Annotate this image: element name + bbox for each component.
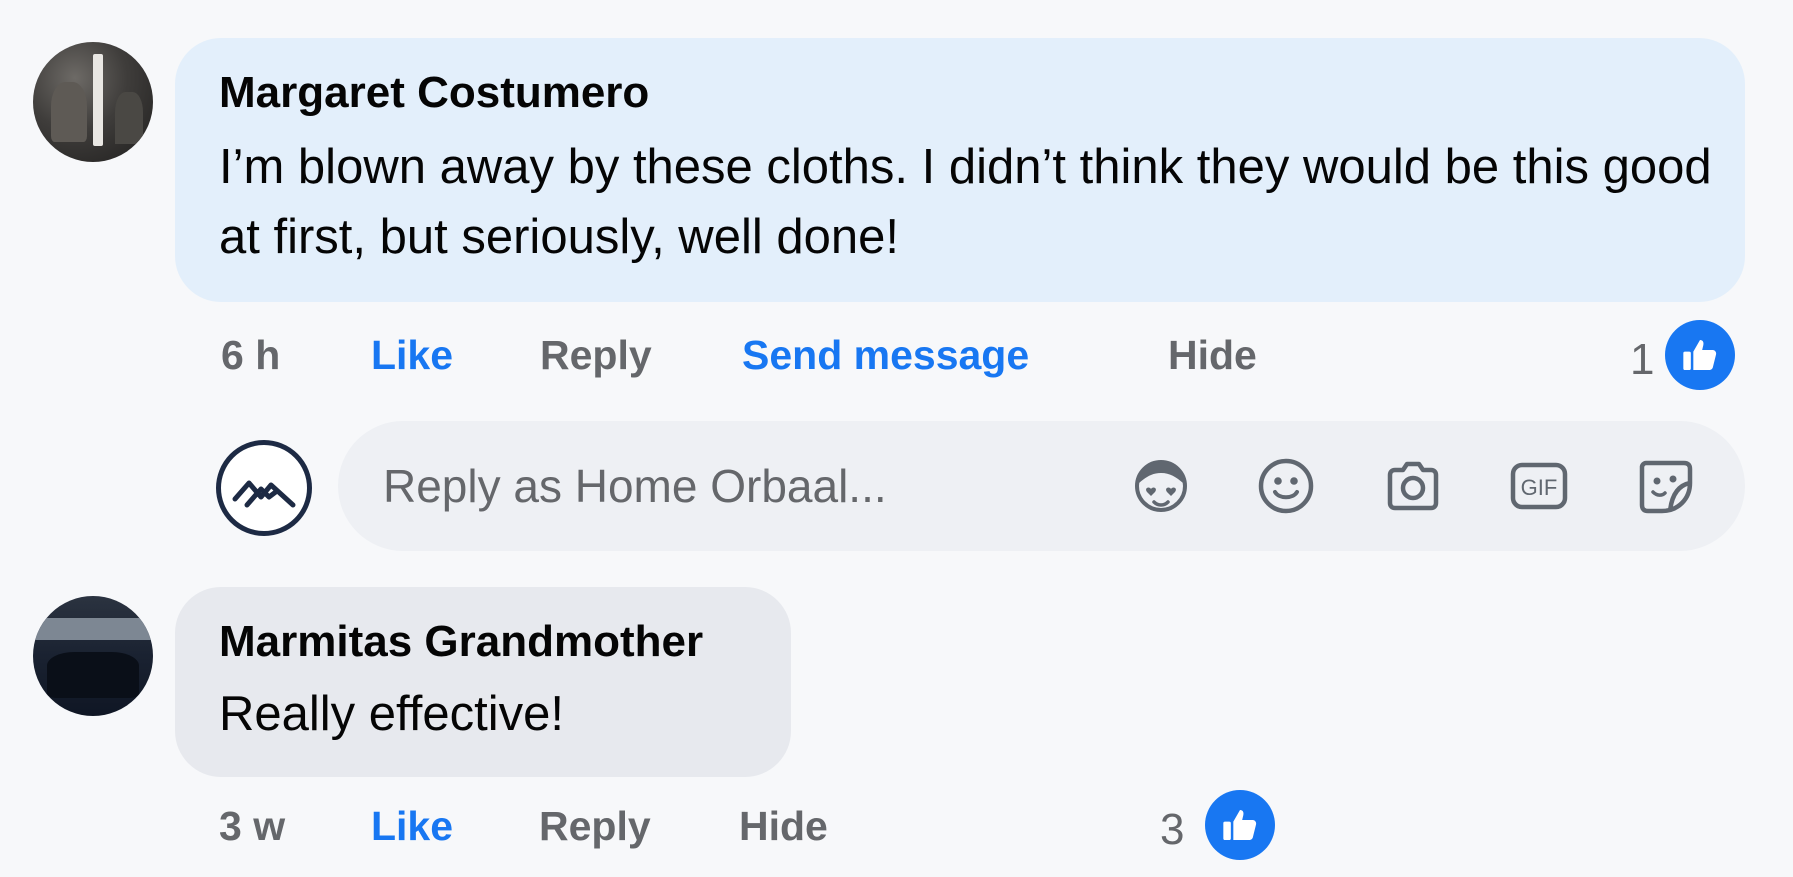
reaction-count[interactable]: 1	[1630, 338, 1654, 382]
gif-icon[interactable]: GIF	[1508, 455, 1570, 517]
thumbs-up-icon[interactable]	[1205, 790, 1275, 860]
reply-button[interactable]: Reply	[540, 335, 652, 376]
comment-bubble: Marmitas Grandmother Really effective!	[175, 587, 791, 777]
hide-button[interactable]: Hide	[739, 806, 828, 847]
mountain-logo-icon	[232, 480, 296, 508]
commenter-avatar[interactable]	[33, 42, 153, 162]
reply-button[interactable]: Reply	[539, 806, 651, 847]
comment-timestamp[interactable]: 6 h	[221, 335, 280, 376]
like-button[interactable]: Like	[371, 806, 453, 847]
hide-button[interactable]: Hide	[1168, 335, 1257, 376]
comment-text: I’m blown away by these cloths. I didn’t…	[219, 140, 1712, 264]
comment-timestamp[interactable]: 3 w	[219, 806, 285, 847]
comment-text: Really effective!	[219, 687, 564, 741]
reaction-count[interactable]: 3	[1160, 808, 1184, 852]
avatar-sticker-icon[interactable]	[1130, 455, 1192, 517]
comment-bubble: Margaret Costumero I’m blown away by the…	[175, 38, 1745, 302]
like-button[interactable]: Like	[371, 335, 453, 376]
reply-placeholder[interactable]: Reply as Home Orbaal...	[383, 463, 887, 509]
gif-label: GIF	[1521, 475, 1558, 500]
camera-icon[interactable]	[1382, 455, 1444, 517]
commenter-avatar[interactable]	[33, 596, 153, 716]
sticker-icon[interactable]	[1634, 455, 1696, 517]
comment-author[interactable]: Marmitas Grandmother	[219, 620, 791, 664]
reply-input[interactable]: Reply as Home Orbaal... GIF	[338, 421, 1745, 551]
comment-author[interactable]: Margaret Costumero	[219, 71, 1745, 115]
send-message-button[interactable]: Send message	[742, 335, 1029, 376]
page-avatar	[216, 440, 312, 536]
thumbs-up-icon[interactable]	[1665, 320, 1735, 390]
emoji-icon[interactable]	[1255, 455, 1317, 517]
